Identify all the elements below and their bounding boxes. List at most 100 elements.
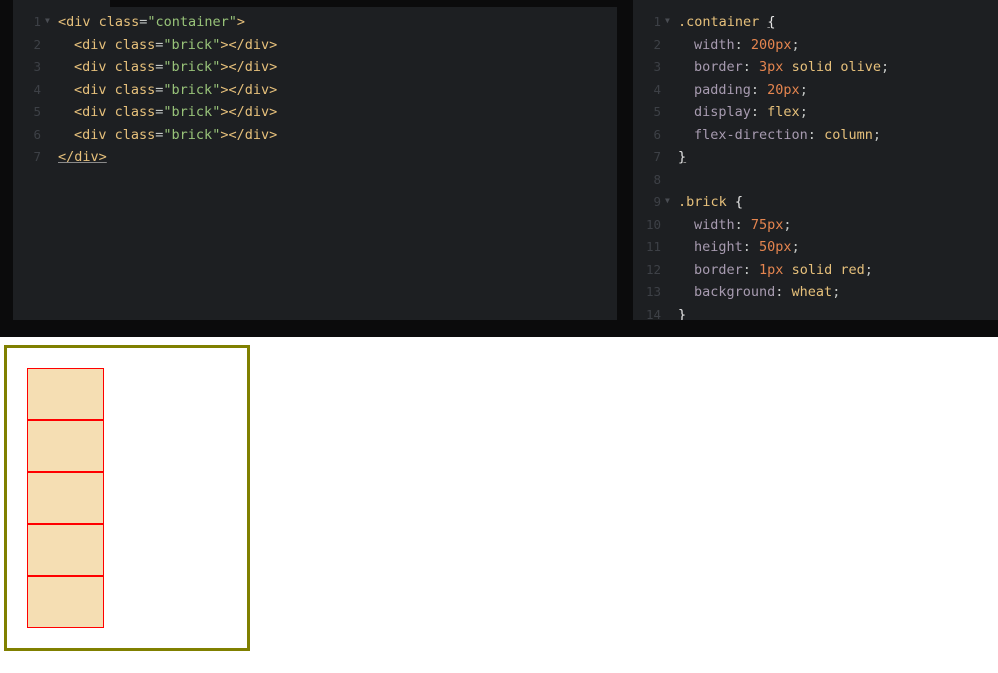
code-token: : [742,261,760,278]
code-token: flex [767,104,800,120]
code-token: : [734,36,751,53]
code-text: <div class="brick"></div> [58,79,277,102]
code-token: : [750,104,768,120]
code-token: <div [74,81,115,98]
line-number: 5 [33,104,41,119]
code-token: ; [799,104,808,120]
brick [27,368,104,420]
code-text: .brick { [678,191,743,214]
brick [27,524,104,576]
html-tab-strip [13,0,110,7]
html-code-line[interactable]: 3 <div class="brick"></div> [13,56,617,79]
line-number: 6 [33,126,41,142]
code-token: class [98,14,140,30]
css-code-line[interactable]: 8 [633,169,998,192]
code-token: ; [791,36,800,53]
code-token: : [734,216,751,233]
css-code-line[interactable]: 13 background: wheat; [633,281,998,304]
code-token: ></div> [220,104,278,120]
line-number: 9 [653,194,661,209]
css-tab-strip [633,0,998,7]
code-token: ; [864,261,873,278]
code-token: : [742,59,760,75]
code-token: "brick" [163,59,221,75]
css-code-line[interactable]: 12 border: 1px solid red; [633,259,998,282]
code-token: solid red [783,261,865,278]
css-code-line[interactable]: 6 flex-direction: column; [633,124,998,147]
code-token: background [694,284,776,300]
preview-output [0,337,998,673]
brick [27,472,104,524]
code-token: "brick" [163,104,221,120]
line-number: 6 [653,126,661,142]
code-text: display: flex; [678,101,808,124]
html-code-line[interactable]: 4 <div class="brick"></div> [13,79,617,102]
code-text: </div> [58,146,107,169]
code-token: border [694,261,743,278]
css-code-line[interactable]: 5 display: flex; [633,101,998,124]
html-code-line[interactable]: 5 <div class="brick"></div> [13,101,617,124]
flex-container [4,345,250,651]
code-token: } [678,306,687,321]
html-code-line[interactable]: 1 ▼ <div class="container"> [13,11,617,34]
fold-arrow-icon[interactable]: ▼ [45,10,50,33]
code-text: height: 50px; [678,236,800,259]
brick [27,420,104,472]
css-code-line[interactable]: 1 ▼ .container { [633,11,998,34]
code-token: height [694,239,743,255]
code-token: column [824,126,873,143]
code-token: class [114,81,156,98]
html-code-lines[interactable]: 1 ▼ <div class="container"> 2 <div class="br… [13,11,617,169]
code-token: ></div> [220,81,278,98]
css-code-line[interactable]: 3 border: 3px solid olive; [633,56,998,79]
code-token: ; [880,59,890,75]
code-text: width: 200px; [678,34,800,57]
css-code-lines[interactable]: 1 ▼ .container {2 width: 200px; 3 border: 3px… [633,11,998,320]
code-text: width: 75px; [678,214,792,237]
line-number: 5 [653,104,661,119]
code-token: ></div> [220,36,278,53]
html-editor-pane[interactable]: 1 ▼ <div class="container"> 2 <div class="br… [13,7,617,320]
fold-arrow-icon[interactable]: ▼ [665,10,670,33]
line-number: 13 [645,284,661,299]
line-number: 1 [33,14,41,29]
code-token: ></div> [220,126,278,143]
code-token: solid olive [783,59,881,75]
css-code-line[interactable]: 9 ▼ .brick { [633,191,998,214]
line-number: 10 [645,216,661,232]
css-code-line[interactable]: 7} [633,146,998,169]
code-text: <div class="brick"></div> [58,56,277,79]
code-token: .brick [678,194,735,210]
code-text: background: wheat; [678,281,840,304]
css-editor-pane[interactable]: 1 ▼ .container {2 width: 200px; 3 border: 3px… [633,7,998,320]
code-token: { [767,14,776,30]
css-code-line[interactable]: 10 width: 75px; [633,214,998,237]
code-token: : [750,81,768,98]
code-token: "container" [147,14,237,30]
css-code-line[interactable]: 2 width: 200px; [633,34,998,57]
html-code-line[interactable]: 2 <div class="brick"></div> [13,34,617,57]
html-code-line[interactable]: 7 </div> [13,146,617,169]
brick [27,576,104,628]
css-code-line[interactable]: 11 height: 50px; [633,236,998,259]
code-text: flex-direction: column; [678,124,881,147]
fold-arrow-icon[interactable]: ▼ [665,190,670,213]
html-code-line[interactable]: 6 <div class="brick"></div> [13,124,617,147]
code-token: width [694,36,735,53]
code-text: <div class="container"> [58,11,245,34]
code-text: .container { [678,11,776,34]
line-number: 8 [653,171,661,187]
css-code-line[interactable]: 4 padding: 20px; [633,79,998,102]
code-text: <div class="brick"></div> [58,34,277,57]
code-token: 200px [750,36,792,53]
css-code-line[interactable]: 14} [633,304,998,321]
code-token: "brick" [163,126,221,143]
code-token: padding [694,81,751,98]
line-number: 4 [653,81,661,97]
code-token: "brick" [163,81,221,98]
code-token: <div [74,36,115,53]
code-token: 50px [759,239,792,255]
code-token: 3px [759,59,784,75]
code-text: } [678,304,686,321]
code-text: border: 1px solid red; [678,259,873,282]
